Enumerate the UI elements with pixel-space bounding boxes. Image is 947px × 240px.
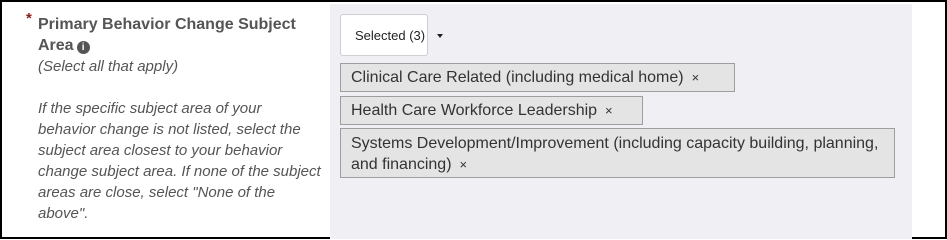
selected-tag: Health Care Workforce Leadership × [340, 96, 643, 125]
required-star-icon: * [26, 10, 32, 27]
info-icon[interactable]: i [76, 41, 90, 54]
remove-tag-icon[interactable]: × [692, 70, 700, 85]
tag-label: Clinical Care Related (including medical… [351, 69, 684, 86]
field-help-text: If the specific subject area of your beh… [38, 100, 321, 222]
remove-tag-icon[interactable]: × [605, 103, 613, 118]
caret-down-icon [437, 34, 443, 38]
selected-tag: Clinical Care Related (including medical… [340, 63, 735, 92]
selected-tag: Systems Development/Improvement (includi… [340, 128, 895, 178]
field-instruction: (Select all that apply) [38, 58, 179, 75]
dropdown-label: Selected (3) [355, 28, 426, 43]
field-title: Primary Behavior Change Subject Area i [38, 14, 333, 56]
tag-label: Health Care Workforce Leadership [351, 102, 598, 119]
subject-area-dropdown-button[interactable]: Selected (3) [340, 14, 443, 56]
tag-label: Systems Development/Improvement (includi… [351, 135, 879, 173]
remove-tag-icon[interactable]: × [460, 157, 468, 172]
